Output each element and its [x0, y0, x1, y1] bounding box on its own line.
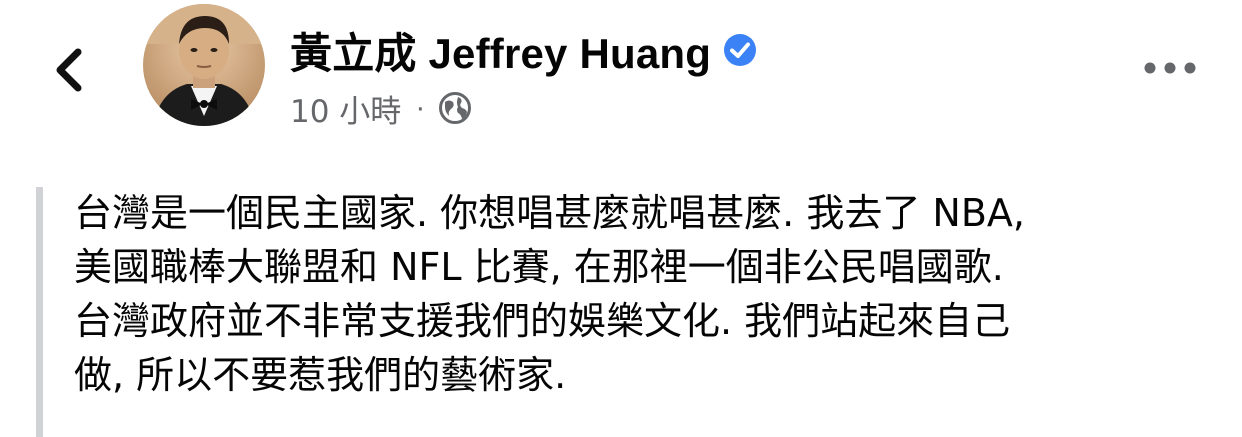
- post-text-line: 台灣是一個民主國家. 你想唱甚麼就唱甚麼. 我去了 NBA,: [74, 191, 1025, 235]
- quote-bar: [36, 187, 43, 437]
- post-text-line: 美國職棒大聯盟和 NFL 比賽, 在那裡一個非公民唱國歌.: [74, 245, 1004, 289]
- author-row: 黃立成 Jeffrey Huang: [290, 22, 759, 78]
- post-meta: 10 小時 ·: [290, 86, 759, 131]
- post-header: 黃立成 Jeffrey Huang 10 小時 ·: [290, 22, 759, 131]
- verified-badge-icon: [721, 31, 759, 69]
- back-button[interactable]: [40, 40, 100, 100]
- ellipsis-icon: [1144, 62, 1196, 74]
- post-text-line: 做, 所以不要惹我們的藝術家.: [74, 353, 567, 397]
- post-timestamp[interactable]: 10 小時: [290, 86, 401, 131]
- post-text-line: 台灣政府並不非常支援我們的娛樂文化. 我們站起來自己: [74, 299, 1011, 343]
- post-body: 台灣是一個民主國家. 你想唱甚麼就唱甚麼. 我去了 NBA, 美國職棒大聯盟和 …: [74, 186, 1224, 402]
- meta-separator: ·: [415, 91, 426, 124]
- globe-icon[interactable]: [437, 90, 473, 126]
- more-options-button[interactable]: [1140, 50, 1200, 86]
- author-name[interactable]: 黃立成 Jeffrey Huang: [290, 20, 711, 81]
- chevron-left-icon: [56, 48, 82, 92]
- author-avatar[interactable]: [143, 4, 265, 126]
